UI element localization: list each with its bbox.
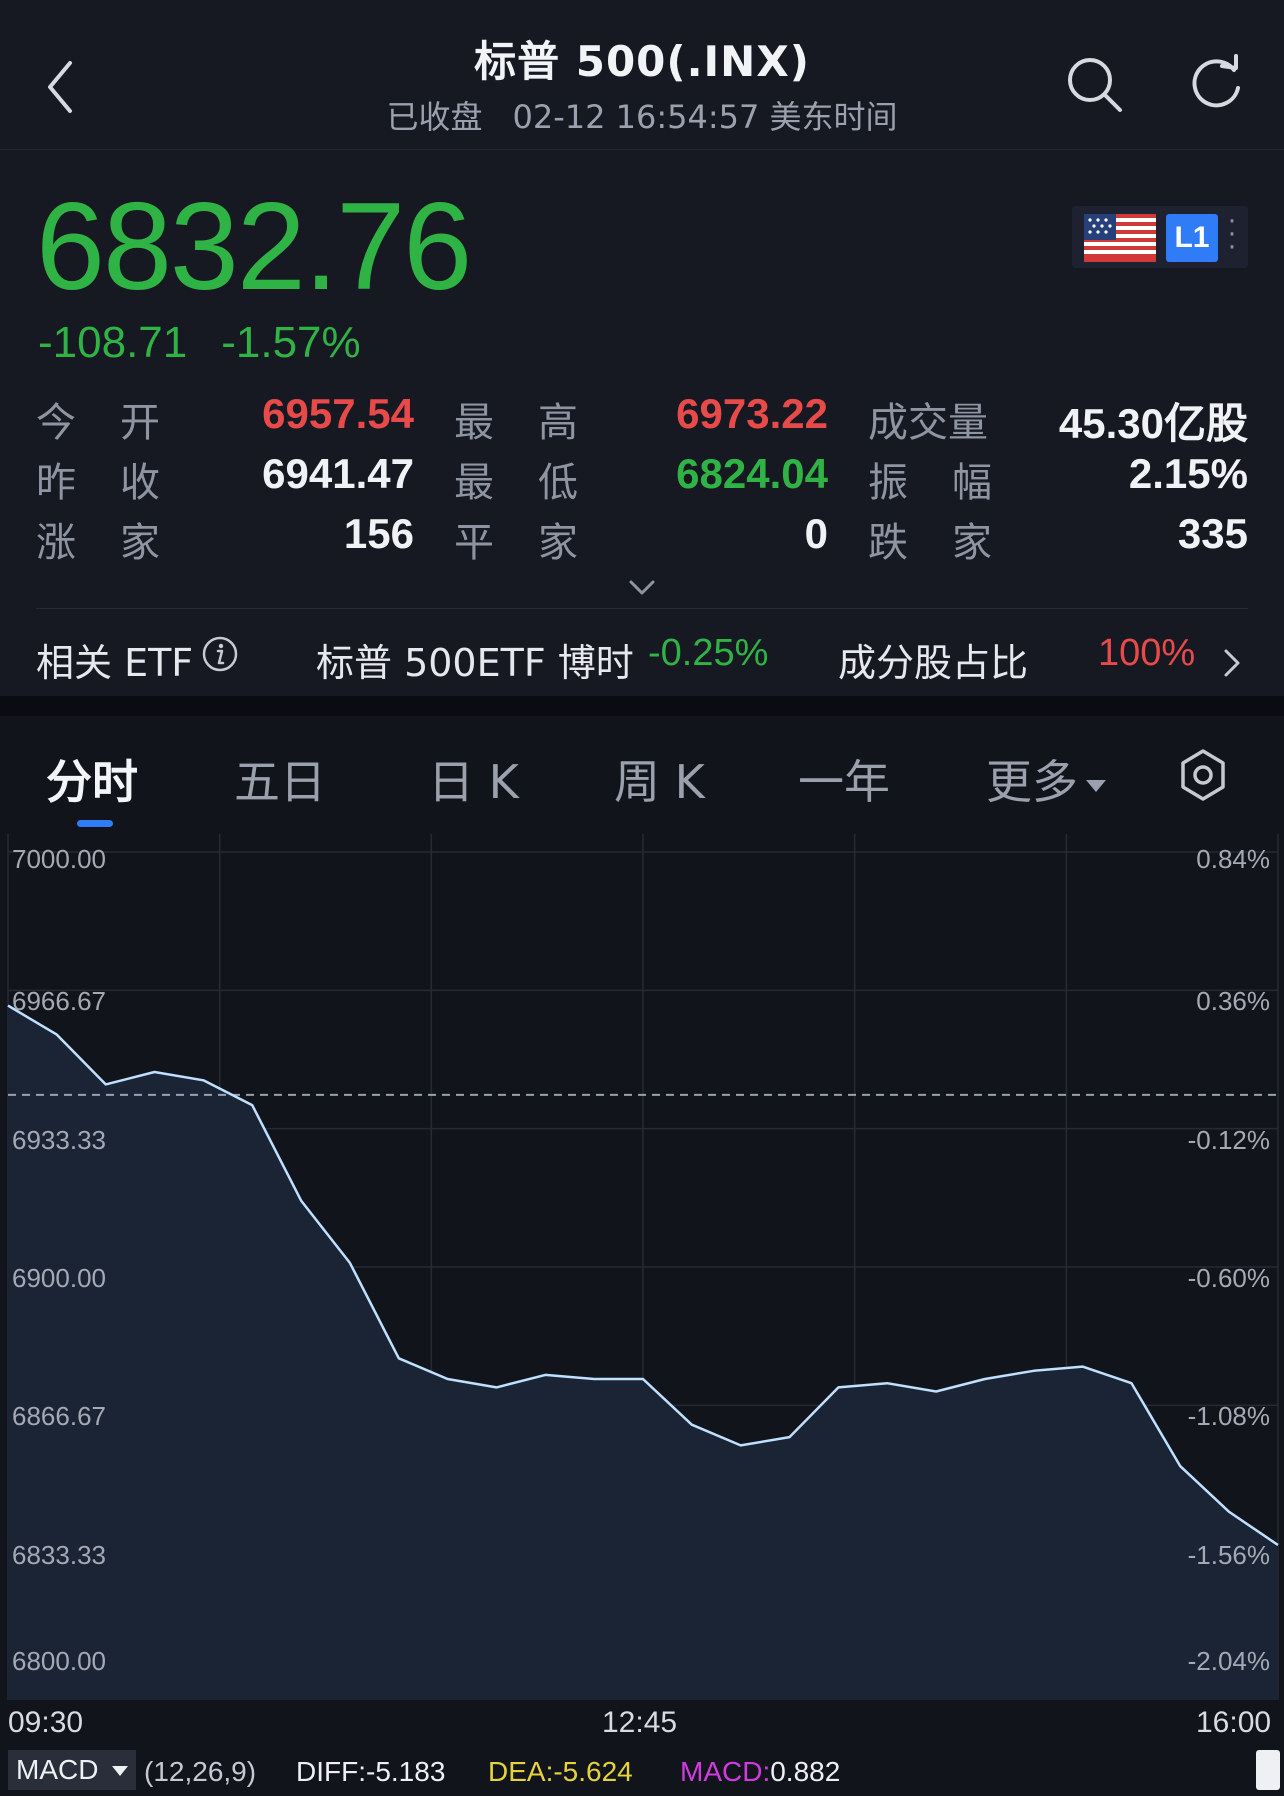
y-label-left: 6900.00 xyxy=(12,1263,106,1293)
indicator-select[interactable]: MACD xyxy=(8,1750,136,1790)
tab-more-label: 更多 xyxy=(986,755,1078,809)
status-datetime: 02-12 16:54:57 美东时间 xyxy=(512,98,898,136)
macd-dea-label: DEA: xyxy=(488,1756,554,1787)
volume-value: 45.30亿股 xyxy=(1058,400,1248,447)
etf-name[interactable]: 标普 500ETF 博时 xyxy=(316,632,634,687)
macd-dea: DEA:-5.624 xyxy=(488,1756,633,1788)
stats-row: 涨家 156 平家 0 跌家 335 xyxy=(36,510,1248,570)
refresh-icon[interactable] xyxy=(1184,52,1248,116)
etf-label: 相关 ETF xyxy=(36,641,194,685)
change-value: -108.71 xyxy=(38,318,188,367)
low-value: 6824.04 xyxy=(676,450,828,497)
last-price: 6832.76 xyxy=(36,178,472,316)
level-badge: L1 xyxy=(1166,214,1218,262)
y-label-left: 6966.67 xyxy=(12,986,106,1017)
time-label-mid: 12:45 xyxy=(602,1706,678,1739)
etf-change: -0.25% xyxy=(648,632,769,674)
decliners-value: 335 xyxy=(1177,510,1248,557)
time-axis: 09:30 12:45 16:00 xyxy=(0,1706,1284,1744)
caret-down-icon xyxy=(112,1766,128,1776)
tab-one-year[interactable]: 一年 xyxy=(798,746,890,812)
search-icon[interactable] xyxy=(1062,52,1128,118)
macd-diff-label: DIFF: xyxy=(296,1756,366,1787)
unchanged-value: 0 xyxy=(804,510,828,557)
advancers-label: 涨家 xyxy=(36,520,204,566)
high-value: 6973.22 xyxy=(676,390,828,437)
tab-five-day[interactable]: 五日 xyxy=(234,746,326,812)
scroll-handle-icon[interactable] xyxy=(1256,1750,1280,1790)
prev-close-value: 6941.47 xyxy=(262,450,414,497)
y-label-right: -2.04% xyxy=(1187,1646,1270,1676)
y-label-right: 0.84% xyxy=(1196,844,1270,874)
y-label-right: -0.12% xyxy=(1187,1124,1270,1155)
intraday-chart[interactable]: 7000.00 0.84% 6966.67 0.36% 6933.33 -0.12% 690… xyxy=(0,834,1284,1700)
advancers-value: 156 xyxy=(343,510,414,557)
volume-label: 成交量 xyxy=(868,400,988,446)
status-text: 已收盘 xyxy=(386,98,483,136)
y-label-left: 6933.33 xyxy=(12,1124,106,1155)
y-label-right: -0.60% xyxy=(1187,1263,1270,1293)
time-label-start: 09:30 xyxy=(8,1706,84,1739)
amplitude-value: 2.15% xyxy=(1128,450,1248,497)
y-label-left: 6866.67 xyxy=(12,1401,106,1432)
tab-weekly-k[interactable]: 周 K xyxy=(614,746,705,812)
caret-down-icon xyxy=(1086,779,1106,792)
price-change: -108.71 -1.57% xyxy=(38,318,361,368)
prev-close-label: 昨收 xyxy=(36,460,204,506)
y-label-left: 6833.33 xyxy=(12,1539,106,1570)
tab-daily-k[interactable]: 日 K xyxy=(428,746,519,812)
info-icon[interactable] xyxy=(202,636,238,672)
settings-icon[interactable] xyxy=(1178,748,1228,802)
macd-diff: DIFF:-5.183 xyxy=(296,1756,445,1788)
y-label-left: 7000.00 xyxy=(12,844,106,874)
macd-dea-value: -5.624 xyxy=(553,1756,633,1787)
stats-row: 昨收 6941.47 最低 6824.04 振幅 2.15% xyxy=(36,450,1248,510)
us-flag-icon xyxy=(1084,214,1156,262)
app-header: 标普 500(.INX) 已收盘 02-12 16:54:57 美东时间 xyxy=(0,0,1284,150)
chevron-down-icon[interactable] xyxy=(628,578,656,598)
tab-active-indicator xyxy=(77,820,113,827)
tab-intraday[interactable]: 分时 xyxy=(46,746,138,812)
market-badge[interactable]: L1 · · · xyxy=(1072,206,1248,268)
macd-diff-value: -5.183 xyxy=(366,1756,446,1787)
open-value: 6957.54 xyxy=(262,390,414,437)
change-percent: -1.57% xyxy=(221,318,361,367)
open-label: 今开 xyxy=(36,400,204,446)
related-etf-row[interactable]: 相关 ETF 标普 500ETF 博时 -0.25% 成分股占比 100% xyxy=(0,610,1284,696)
stats-row: 今开 6957.54 最高 6973.22 成交量 45.30亿股 xyxy=(36,390,1248,450)
macd-value-num: 0.882 xyxy=(770,1756,841,1787)
indicator-select-label: MACD xyxy=(16,1754,99,1785)
y-label-left: 6800.00 xyxy=(12,1646,106,1676)
y-label-right: 0.36% xyxy=(1196,986,1270,1017)
quote-panel: 6832.76 -108.71 -1.57% L1 · · · 今开 6957.54 … xyxy=(0,150,1284,696)
macd-indicator: MACD (12,26,9) DIFF:-5.183 DEA:-5.624 MA… xyxy=(0,1748,1284,1796)
tab-more[interactable]: 更多 xyxy=(986,746,1106,812)
macd-value-label: MACD: xyxy=(680,1756,771,1787)
chart-canvas[interactable] xyxy=(0,834,1284,1700)
chevron-right-icon[interactable] xyxy=(1222,648,1242,678)
y-label-right: -1.56% xyxy=(1187,1539,1270,1570)
section-gap xyxy=(0,696,1284,716)
y-label-right: -1.08% xyxy=(1187,1401,1270,1432)
chart-tabs: 分时 五日 日 K 周 K 一年 更多 xyxy=(0,716,1284,828)
component-value: 100% xyxy=(1098,632,1196,674)
divider xyxy=(36,608,1248,609)
more-dots-icon[interactable]: · · · xyxy=(1226,209,1238,261)
time-label-end: 16:00 xyxy=(1196,1706,1272,1739)
macd-params: (12,26,9) xyxy=(144,1756,257,1787)
component-label: 成分股占比 xyxy=(838,641,1029,685)
macd-value: MACD:0.882 xyxy=(680,1756,840,1788)
